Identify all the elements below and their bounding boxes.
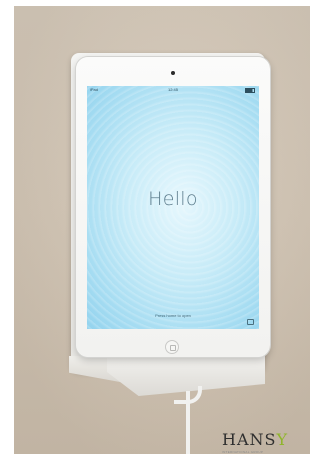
charging-cable bbox=[186, 391, 200, 454]
status-bar: iPad 12:45 bbox=[87, 86, 259, 93]
home-button[interactable] bbox=[165, 340, 179, 354]
brand-tagline: INTERNATIONAL GROUP bbox=[222, 450, 264, 454]
camera-shortcut-icon[interactable] bbox=[247, 319, 254, 325]
brand-accent: Y bbox=[276, 430, 289, 449]
slide-hint: Press home to open bbox=[155, 313, 191, 318]
photo-frame: iPad 12:45 Hello Press home to open bbox=[14, 6, 310, 454]
brand-main: HANS bbox=[222, 430, 277, 449]
tablet-screen[interactable]: iPad 12:45 Hello Press home to open bbox=[87, 86, 259, 329]
battery-icon bbox=[245, 88, 255, 93]
front-camera-icon bbox=[171, 71, 175, 75]
tablet-device: iPad 12:45 Hello Press home to open bbox=[76, 57, 270, 357]
status-time: 12:45 bbox=[167, 87, 178, 92]
brand-logo-text: HANSY bbox=[222, 430, 288, 449]
greeting-text: Hello bbox=[148, 188, 198, 210]
brand-watermark: HANSY INTERNATIONAL GROUP bbox=[222, 426, 314, 456]
